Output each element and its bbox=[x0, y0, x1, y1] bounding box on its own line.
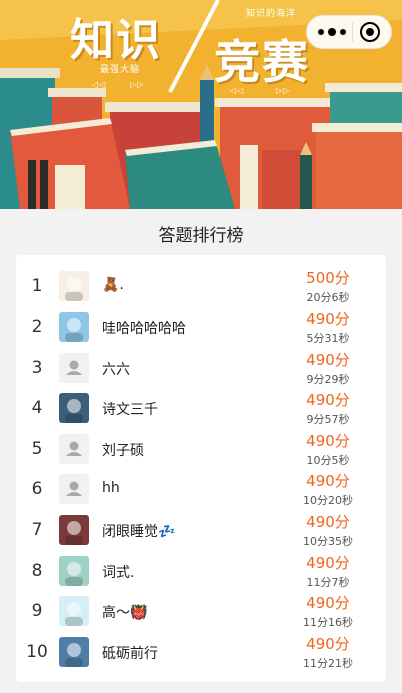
ranking-row: 1 🧸. 500分 20分6秒 bbox=[16, 266, 386, 306]
ranking-row: 7 闭眼睡觉💤 490分 10分35秒 bbox=[16, 510, 386, 550]
user-score: 490分 bbox=[306, 351, 350, 369]
banner-title-line2: 竞赛 bbox=[214, 35, 310, 89]
user-name: 🧸. bbox=[102, 277, 124, 293]
rank-number: 9 bbox=[31, 601, 43, 621]
ranking-row: 9 高～👹 490分 11分16秒 bbox=[16, 591, 386, 631]
rank-number: 1 bbox=[31, 276, 43, 296]
ranking-card: 1 🧸. 500分 20分6秒 2 哇哈哈哈哈哈 490分 5分31秒 3 六六 490分 9分29秒… bbox=[16, 255, 386, 682]
rank-number: 4 bbox=[31, 398, 43, 418]
banner-ornament-right-2: ▷▷ bbox=[276, 86, 291, 95]
banner-title-line1: 知识 bbox=[70, 15, 162, 66]
user-name: 六六 bbox=[102, 362, 130, 378]
answer-time: 10分20秒 bbox=[303, 494, 353, 507]
user-name: 刘子硕 bbox=[102, 443, 144, 459]
user-avatar bbox=[59, 434, 89, 464]
ranking-row: 6 hh 490分 10分20秒 bbox=[16, 469, 386, 509]
ranking-row: 8 词式. 490分 11分7秒 bbox=[16, 551, 386, 591]
answer-time: 20分6秒 bbox=[306, 291, 350, 304]
banner-caption-top: 知识的海洋 bbox=[246, 9, 297, 19]
user-score: 490分 bbox=[306, 594, 350, 612]
user-score: 490分 bbox=[306, 310, 350, 328]
banner-caption-left: 最强大脑 bbox=[100, 65, 141, 75]
target-icon[interactable] bbox=[359, 22, 380, 42]
user-name: 词式. bbox=[102, 565, 135, 581]
banner-ornament-left-2: ◁◁ bbox=[230, 86, 245, 95]
ranking-row: 4 诗文三千 490分 9分57秒 bbox=[16, 388, 386, 428]
ranking-row: 3 六六 490分 9分29秒 bbox=[16, 348, 386, 388]
answer-time: 5分31秒 bbox=[306, 332, 350, 345]
user-name: 砥砺前行 bbox=[102, 646, 158, 662]
ranking-row: 2 哇哈哈哈哈哈 490分 5分31秒 bbox=[16, 307, 386, 347]
answer-time: 10分35秒 bbox=[303, 535, 353, 548]
user-avatar bbox=[59, 596, 89, 626]
user-avatar bbox=[59, 474, 89, 504]
user-avatar bbox=[59, 312, 89, 342]
user-score: 490分 bbox=[306, 472, 350, 490]
rank-number: 8 bbox=[31, 561, 43, 581]
rank-number: 10 bbox=[26, 642, 48, 662]
more-dots-icon[interactable] bbox=[318, 28, 347, 36]
user-name: 诗文三千 bbox=[102, 402, 158, 418]
user-score: 490分 bbox=[306, 432, 350, 450]
answer-time: 11分21秒 bbox=[303, 657, 353, 670]
user-score: 500分 bbox=[306, 269, 350, 287]
user-name: 闭眼睡觉💤 bbox=[102, 524, 176, 540]
user-name: hh bbox=[102, 480, 120, 496]
user-avatar bbox=[59, 271, 89, 301]
page-title: 答题排行榜 bbox=[158, 226, 244, 246]
rank-number: 2 bbox=[31, 317, 43, 337]
answer-time: 11分16秒 bbox=[303, 616, 353, 629]
rank-number: 3 bbox=[31, 358, 43, 378]
user-avatar bbox=[59, 353, 89, 383]
user-avatar bbox=[59, 556, 89, 586]
capsule-divider bbox=[352, 22, 354, 42]
user-avatar bbox=[59, 393, 89, 423]
answer-time: 9分29秒 bbox=[306, 373, 350, 386]
rank-number: 6 bbox=[31, 479, 43, 499]
banner-ornament-left: ◁◁ bbox=[92, 80, 107, 89]
user-score: 490分 bbox=[306, 554, 350, 572]
ranking-row: 5 刘子硕 490分 10分5秒 bbox=[16, 429, 386, 469]
user-avatar bbox=[59, 637, 89, 667]
rank-number: 7 bbox=[31, 520, 43, 540]
miniprogram-capsule bbox=[306, 15, 392, 49]
answer-time: 9分57秒 bbox=[306, 413, 350, 426]
banner-ornament-right: ▷▷ bbox=[130, 80, 145, 89]
answer-time: 10分5秒 bbox=[306, 454, 350, 467]
ranking-row: 10 砥砺前行 490分 11分21秒 bbox=[16, 632, 386, 672]
user-score: 490分 bbox=[306, 635, 350, 653]
user-name: 哇哈哈哈哈哈 bbox=[102, 321, 186, 337]
user-score: 490分 bbox=[306, 391, 350, 409]
answer-time: 11分7秒 bbox=[306, 576, 350, 589]
rank-number: 5 bbox=[31, 439, 43, 459]
user-avatar bbox=[59, 515, 89, 545]
user-name: 高～👹 bbox=[102, 605, 148, 621]
user-score: 490分 bbox=[306, 513, 350, 531]
